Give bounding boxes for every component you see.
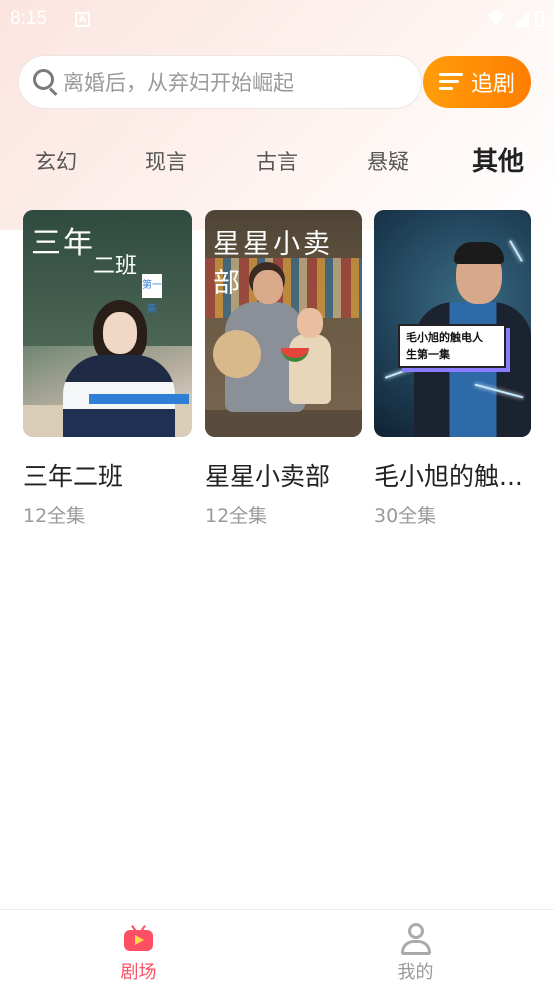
nav-theater[interactable]: 剧场 — [0, 910, 277, 985]
poster-title-line: 星星小卖部 — [213, 229, 333, 299]
tab-other[interactable]: 其他 — [453, 138, 543, 186]
search-placeholder: 离婚后，从弃妇开始崛起 — [63, 71, 294, 95]
drama-poster[interactable]: 毛小旭的触电人 生第一集 — [374, 210, 531, 437]
follow-drama-button[interactable]: 追剧 — [423, 56, 531, 108]
drama-title: 三年二班 — [23, 462, 124, 491]
drama-card[interactable]: 三年 二班 第一集 三年二班 12全集 — [23, 210, 192, 528]
poster-title-line: 三年 — [31, 226, 95, 261]
drama-episodes: 12全集 — [205, 505, 268, 527]
poster-title-line: 生第一集 — [406, 348, 450, 361]
category-tabs: 玄幻 现言 古言 悬疑 其他 — [0, 138, 554, 186]
drama-poster[interactable]: 星星小卖部 — [205, 210, 362, 437]
battery-icon — [535, 11, 544, 27]
search-row: 离婚后，从弃妇开始崛起 追剧 — [18, 55, 532, 109]
tab-xuanhuan[interactable]: 玄幻 — [11, 138, 101, 186]
poster-episode-badge: 第一集 — [142, 274, 162, 315]
drama-episodes: 30全集 — [374, 505, 437, 527]
status-time: 8:15 — [10, 8, 47, 29]
notification-icon: A — [74, 11, 90, 27]
nav-mine-label: 我的 — [397, 962, 434, 983]
nav-mine[interactable]: 我的 — [277, 910, 554, 985]
tab-xianyan[interactable]: 现言 — [121, 138, 211, 186]
poster-caption: 毛小旭的触电人 生第一集 — [398, 324, 506, 368]
user-icon — [401, 923, 431, 955]
status-bar: 8:15 A — [0, 0, 554, 38]
poster-title-line: 二班 — [93, 254, 138, 279]
bottom-nav: 剧场 我的 — [0, 909, 554, 985]
tv-icon — [124, 925, 153, 951]
drama-poster[interactable]: 三年 二班 第一集 — [23, 210, 192, 437]
nav-theater-label: 剧场 — [120, 962, 157, 983]
drama-title: 毛小旭的触... — [374, 462, 523, 491]
tab-xuanyi[interactable]: 悬疑 — [343, 138, 433, 186]
drama-card[interactable]: 毛小旭的触电人 生第一集 毛小旭的触... 30全集 — [374, 210, 531, 528]
follow-drama-label: 追剧 — [470, 72, 515, 97]
wifi-icon — [485, 11, 507, 27]
drama-card[interactable]: 星星小卖部 星星小卖部 12全集 — [205, 210, 362, 528]
drama-title: 星星小卖部 — [205, 462, 331, 491]
poster-title-line: 毛小旭的触电人 — [406, 331, 483, 344]
status-icons — [485, 11, 544, 27]
signal-icon — [513, 11, 529, 27]
search-input[interactable]: 离婚后，从弃妇开始崛起 — [18, 55, 422, 109]
tab-guyan[interactable]: 古言 — [232, 138, 322, 186]
drama-episodes: 12全集 — [23, 505, 86, 527]
search-icon — [33, 69, 59, 96]
list-icon — [438, 73, 463, 91]
